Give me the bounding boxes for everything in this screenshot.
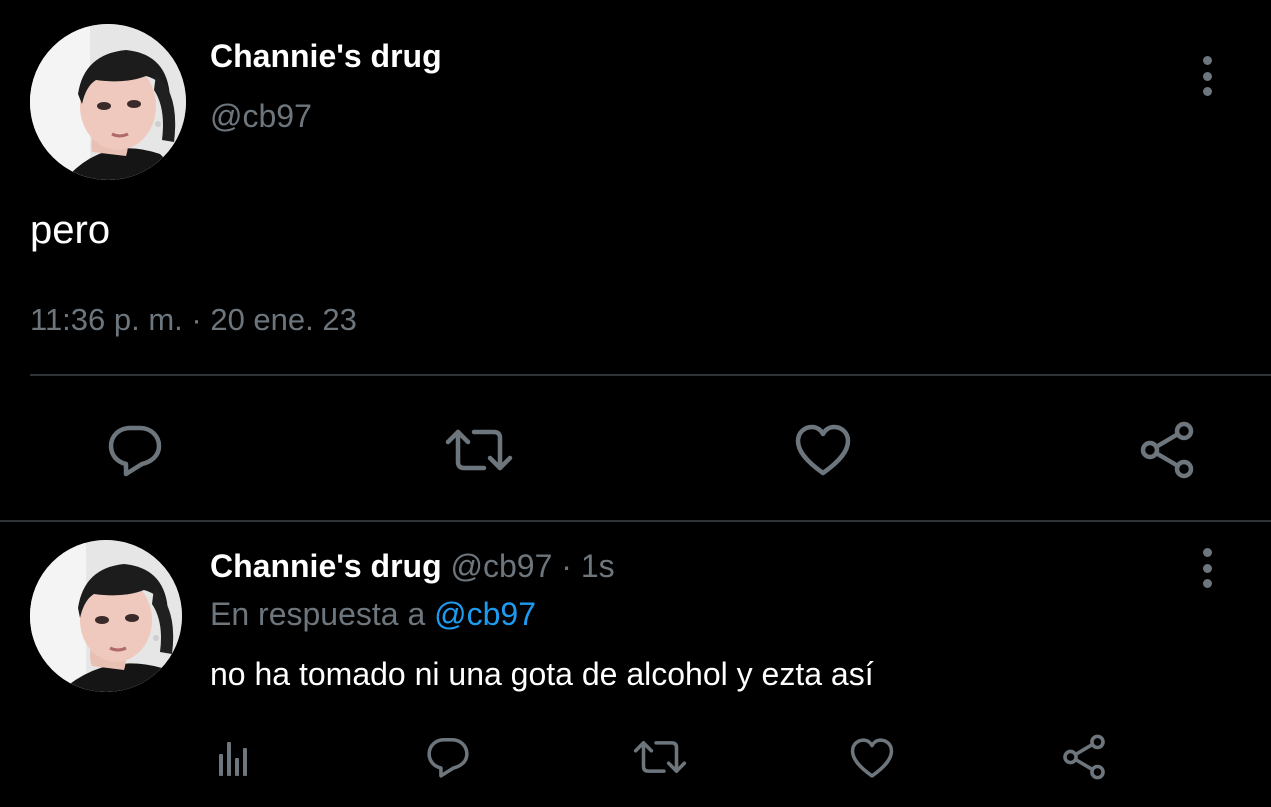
heart-icon: [795, 424, 851, 476]
analytics-icon: [219, 742, 247, 776]
retweet-button[interactable]: [442, 418, 516, 482]
reply-retweet-button[interactable]: [630, 732, 690, 782]
analytics-button[interactable]: [208, 734, 258, 782]
reply-like-button[interactable]: [844, 734, 900, 782]
reply-button[interactable]: [100, 418, 170, 482]
reply-author-handle[interactable]: @cb97: [451, 548, 553, 584]
more-vertical-icon-dot: [1202, 71, 1212, 81]
reply-author-avatar[interactable]: [30, 540, 182, 692]
reply-reply-button[interactable]: [420, 732, 476, 782]
more-vertical-icon-dot: [1202, 56, 1212, 65]
tweet-text: pero: [30, 208, 111, 252]
more-options-button[interactable]: [1197, 56, 1217, 96]
more-vertical-icon-dot: [1202, 548, 1212, 557]
meta-separator: ·: [552, 548, 581, 584]
reply-tweet-text: no ha tomado ni una gota de alcohol y ez…: [210, 656, 874, 692]
reply-more-options-button[interactable]: [1197, 548, 1217, 588]
avatar-photo: [30, 540, 182, 692]
share-icon: [1140, 421, 1194, 479]
share-icon: [1063, 734, 1105, 780]
author-avatar[interactable]: [30, 24, 186, 180]
reply-context-mention[interactable]: @cb97: [434, 596, 536, 632]
reply-time[interactable]: 1s: [581, 548, 615, 584]
heart-icon: [850, 738, 894, 778]
retweet-icon: [445, 429, 513, 471]
more-vertical-icon-dot: [1202, 87, 1212, 96]
author-display-name[interactable]: Channie's drug: [210, 38, 442, 75]
comment-icon: [108, 425, 162, 477]
reply-context-prefix: En respuesta a: [210, 596, 435, 632]
divider: [30, 374, 1271, 376]
retweet-icon: [633, 741, 687, 773]
reply-author-display-name[interactable]: Channie's drug: [210, 548, 442, 584]
tweet-timestamp[interactable]: 11:36 p. m. · 20 ene. 23: [30, 302, 357, 338]
avatar-photo: [30, 24, 186, 180]
reply-header: Channie's drug @cb97 · 1s: [210, 548, 615, 585]
author-handle[interactable]: @cb97: [210, 98, 312, 135]
share-button[interactable]: [1132, 418, 1202, 482]
like-button[interactable]: [788, 418, 858, 482]
reply-share-button[interactable]: [1056, 732, 1112, 782]
comment-icon: [427, 737, 469, 778]
tweet-separator: [0, 520, 1271, 522]
more-vertical-icon-dot: [1202, 563, 1212, 573]
reply-context: En respuesta a @cb97: [210, 596, 536, 633]
more-vertical-icon-dot: [1202, 579, 1212, 588]
